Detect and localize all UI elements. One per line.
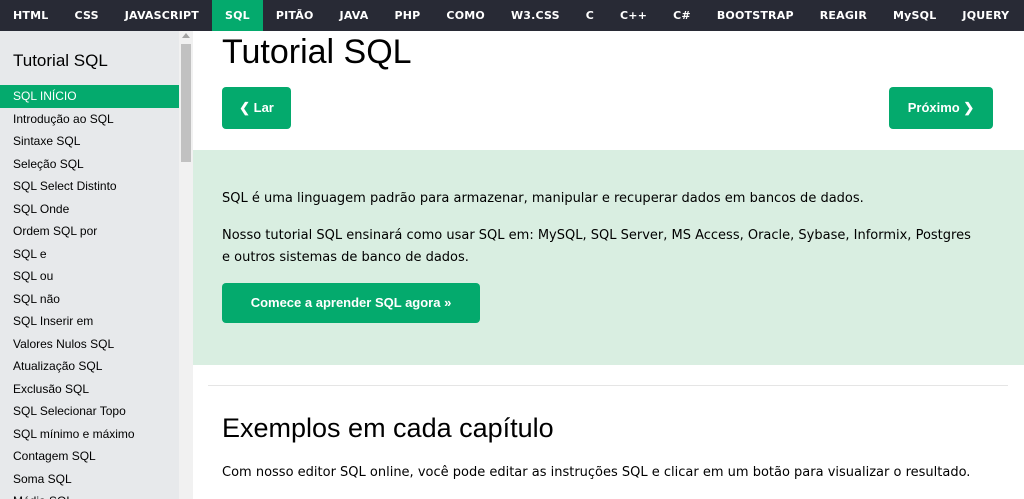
nav-item-w3-css[interactable]: W3.CSS [498, 0, 573, 31]
sidebar-item[interactable]: Ordem SQL por [0, 220, 179, 243]
nav-item-html[interactable]: HTML [0, 0, 61, 31]
section-divider [208, 385, 1008, 386]
sidebar-heading: Tutorial SQL [13, 51, 108, 70]
nav-item-java[interactable]: JAVA [327, 0, 382, 31]
sidebar-item[interactable]: SQL Select Distinto [0, 175, 179, 198]
sidebar-item[interactable]: SQL mínimo e máximo [0, 423, 179, 446]
sidebar-item[interactable]: SQL Onde [0, 198, 179, 221]
nav-item-sql[interactable]: SQL [211, 0, 263, 31]
top-navigation: HTML CSS JAVASCRIPT SQL PITÃO JAVA PHP COMO W3.C… [0, 0, 1024, 31]
nav-item-c[interactable]: C# [660, 0, 704, 31]
scrollbar-thumb[interactable] [181, 44, 191, 162]
sidebar-item[interactable]: Média SQL [0, 490, 179, 499]
nav-item-javascript[interactable]: JAVASCRIPT [112, 0, 212, 31]
nav-item-php[interactable]: PHP [381, 0, 433, 31]
sidebar-item[interactable]: Exclusão SQL [0, 378, 179, 401]
page-title: Tutorial SQL [222, 33, 412, 71]
nav-item-bootstrap[interactable]: BOOTSTRAP [704, 0, 807, 31]
sidebar-item[interactable]: Atualização SQL [0, 355, 179, 378]
start-learning-button[interactable]: Comece a aprender SQL agora » [222, 283, 480, 323]
sidebar-scrollbar[interactable] [179, 31, 193, 499]
nav-item-css[interactable]: CSS [61, 0, 111, 31]
previous-button[interactable]: ❮ Lar [222, 87, 291, 129]
sidebar-item[interactable]: Contagem SQL [0, 445, 179, 468]
sidebar: Tutorial SQL SQL INÍCIO Introdução ao SQL… [0, 31, 193, 499]
intro-paragraph-2: Nosso tutorial SQL ensinará como usar SQ… [222, 228, 971, 265]
sidebar-item[interactable]: SQL INÍCIO [0, 85, 179, 108]
sidebar-item[interactable]: SQL não [0, 288, 179, 311]
nav-item-c[interactable]: C++ [607, 0, 660, 31]
scroll-up-arrow-icon[interactable] [182, 33, 190, 38]
nav-item-pit-o[interactable]: PITÃO [263, 0, 327, 31]
nav-item-mysql[interactable]: MySQL [880, 0, 949, 31]
sidebar-item[interactable]: Introdução ao SQL [0, 108, 179, 131]
intro-paragraph-1: SQL é uma linguagem padrão para armazena… [222, 191, 864, 206]
sidebar-item[interactable]: SQL Selecionar Topo [0, 400, 179, 423]
sidebar-item[interactable]: Soma SQL [0, 468, 179, 491]
nav-item-jquery[interactable]: JQUERY [949, 0, 1022, 31]
main-content: Tutorial SQL ❮ Lar Próximo ❯ SQL é uma l… [193, 31, 1024, 499]
sidebar-item[interactable]: Sintaxe SQL [0, 130, 179, 153]
sidebar-item[interactable]: SQL e [0, 243, 179, 266]
nav-item-reagir[interactable]: REAGIR [807, 0, 880, 31]
sidebar-item[interactable]: Valores Nulos SQL [0, 333, 179, 356]
sidebar-item[interactable]: Seleção SQL [0, 153, 179, 176]
sidebar-menu: SQL INÍCIO Introdução ao SQL Sintaxe SQL Se… [0, 85, 193, 499]
intro-panel: SQL é uma linguagem padrão para armazena… [193, 150, 1024, 365]
examples-paragraph: Com nosso editor SQL online, você pode e… [222, 465, 971, 480]
examples-heading: Exemplos em cada capítulo [222, 413, 554, 443]
nav-item-como[interactable]: COMO [433, 0, 498, 31]
next-button[interactable]: Próximo ❯ [889, 87, 993, 129]
nav-item-c[interactable]: C [573, 0, 607, 31]
sidebar-item[interactable]: SQL ou [0, 265, 179, 288]
sidebar-item[interactable]: SQL Inserir em [0, 310, 179, 333]
